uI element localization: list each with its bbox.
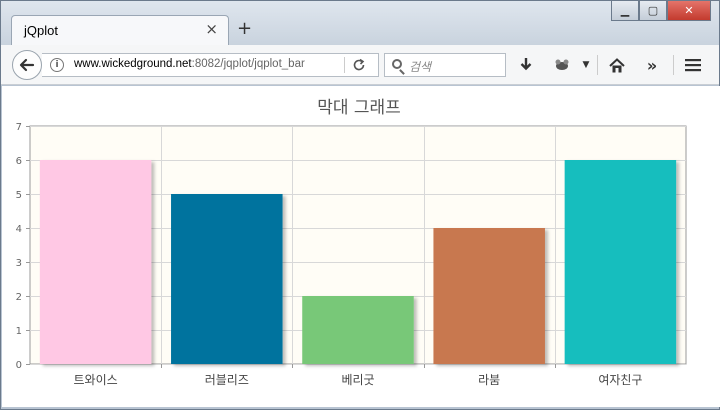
y-tick-label: 6 bbox=[16, 156, 22, 167]
x-tick-label: 러블리즈 bbox=[205, 373, 249, 387]
bar-3[interactable] bbox=[302, 296, 414, 364]
y-tick-label: 3 bbox=[16, 258, 22, 269]
y-tick-label: 0 bbox=[16, 360, 22, 371]
bar-4[interactable] bbox=[433, 228, 545, 364]
bar-chart: 0 1 2 3 4 5 6 7 트와이스 러블리즈 베리굿 라붐 여자친구 bbox=[16, 122, 687, 387]
y-tick-label: 2 bbox=[16, 292, 22, 303]
y-tick-label: 1 bbox=[16, 326, 22, 337]
y-axis-ticks: 0 1 2 3 4 5 6 7 bbox=[16, 122, 30, 371]
x-tick-label: 베리굿 bbox=[341, 373, 374, 387]
x-tick-label: 트와이스 bbox=[74, 373, 118, 387]
y-tick-label: 7 bbox=[16, 122, 22, 133]
x-tick-label: 여자친구 bbox=[598, 373, 642, 387]
y-tick-label: 4 bbox=[16, 224, 22, 235]
x-tick-label: 라붐 bbox=[478, 373, 500, 387]
x-axis-ticks: 트와이스 러블리즈 베리굿 라붐 여자친구 bbox=[74, 364, 642, 387]
bar-2[interactable] bbox=[171, 194, 283, 364]
y-tick-label: 5 bbox=[16, 190, 22, 201]
bar-5[interactable] bbox=[564, 160, 677, 364]
bar-1[interactable] bbox=[39, 160, 152, 364]
